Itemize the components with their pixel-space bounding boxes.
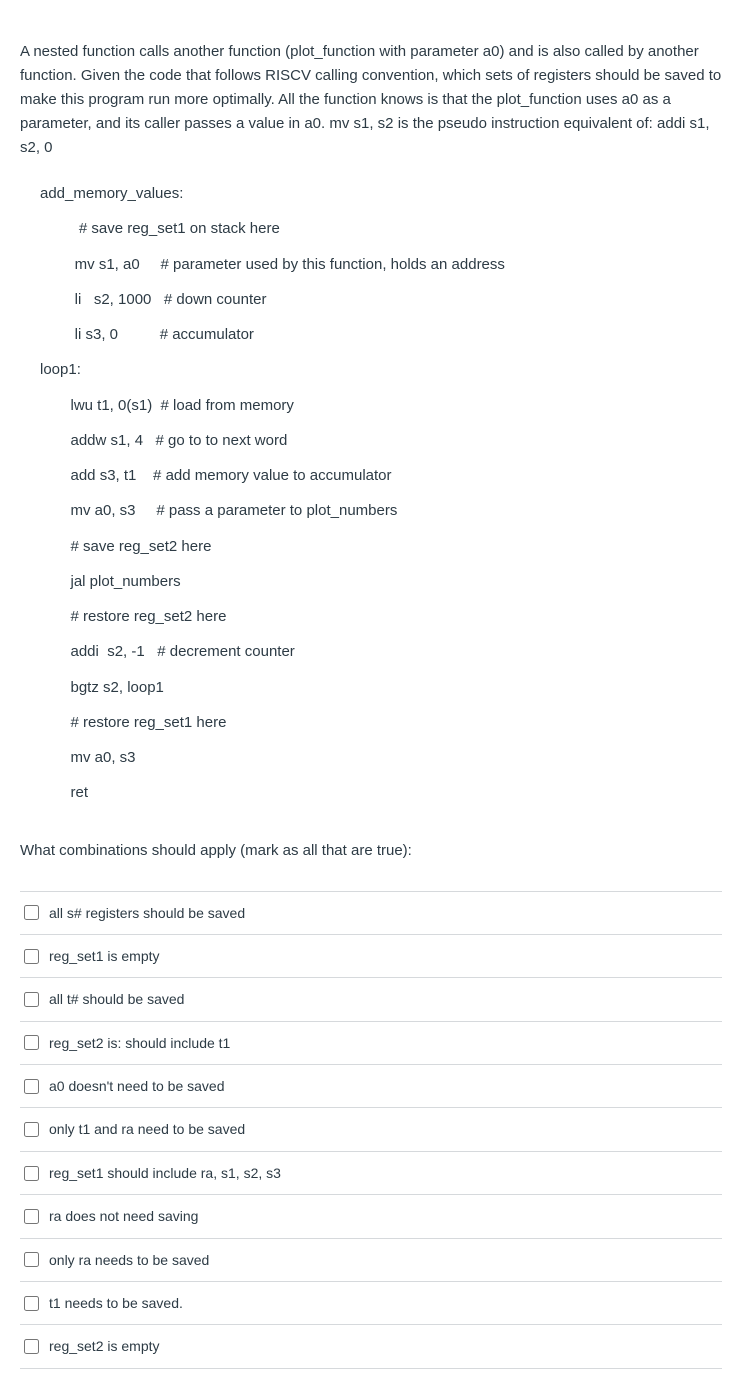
option-label: reg_set1 is empty bbox=[49, 945, 160, 967]
option-row[interactable]: reg_set1 is empty bbox=[20, 935, 722, 978]
code-line: # save reg_set2 here bbox=[20, 529, 722, 564]
code-line: add_memory_values: bbox=[20, 176, 722, 211]
option-row[interactable]: a0 doesn't need to be saved bbox=[20, 1065, 722, 1108]
options-prompt: What combinations should apply (mark as … bbox=[20, 839, 722, 863]
code-line: lwu t1, 0(s1) # load from memory bbox=[20, 388, 722, 423]
option-label: reg_set2 is: should include t1 bbox=[49, 1032, 230, 1054]
option-checkbox[interactable] bbox=[24, 1296, 39, 1311]
option-checkbox[interactable] bbox=[24, 1166, 39, 1181]
code-line: mv a0, s3 # pass a parameter to plot_num… bbox=[20, 493, 722, 528]
code-line: jal plot_numbers bbox=[20, 564, 722, 599]
option-label: only ra needs to be saved bbox=[49, 1249, 209, 1271]
option-row[interactable]: t1 needs to be saved. bbox=[20, 1282, 722, 1325]
option-checkbox[interactable] bbox=[24, 1035, 39, 1050]
code-line: add s3, t1 # add memory value to accumul… bbox=[20, 458, 722, 493]
code-line: addw s1, 4 # go to to next word bbox=[20, 423, 722, 458]
code-line: addi s2, -1 # decrement counter bbox=[20, 634, 722, 669]
options-list: all s# registers should be saved reg_set… bbox=[20, 891, 722, 1369]
option-row[interactable]: reg_set2 is empty bbox=[20, 1325, 722, 1368]
option-label: ra does not need saving bbox=[49, 1205, 198, 1227]
option-row[interactable]: reg_set1 should include ra, s1, s2, s3 bbox=[20, 1152, 722, 1195]
option-checkbox[interactable] bbox=[24, 905, 39, 920]
code-line: loop1: bbox=[20, 352, 722, 387]
question-text: A nested function calls another function… bbox=[20, 40, 722, 160]
option-checkbox[interactable] bbox=[24, 949, 39, 964]
code-line: mv a0, s3 bbox=[20, 740, 722, 775]
option-row[interactable]: only ra needs to be saved bbox=[20, 1239, 722, 1282]
option-label: all s# registers should be saved bbox=[49, 902, 245, 924]
option-checkbox[interactable] bbox=[24, 1122, 39, 1137]
code-line: li s2, 1000 # down counter bbox=[20, 282, 722, 317]
option-row[interactable]: ra does not need saving bbox=[20, 1195, 722, 1238]
code-line: bgtz s2, loop1 bbox=[20, 670, 722, 705]
code-line: mv s1, a0 # parameter used by this funct… bbox=[20, 247, 722, 282]
option-row[interactable]: all t# should be saved bbox=[20, 978, 722, 1021]
option-label: t1 needs to be saved. bbox=[49, 1292, 183, 1314]
option-checkbox[interactable] bbox=[24, 1079, 39, 1094]
option-label: only t1 and ra need to be saved bbox=[49, 1118, 245, 1140]
option-label: reg_set1 should include ra, s1, s2, s3 bbox=[49, 1162, 281, 1184]
code-line: li s3, 0 # accumulator bbox=[20, 317, 722, 352]
option-label: a0 doesn't need to be saved bbox=[49, 1075, 224, 1097]
option-row[interactable]: only t1 and ra need to be saved bbox=[20, 1108, 722, 1151]
option-checkbox[interactable] bbox=[24, 1339, 39, 1354]
option-row[interactable]: reg_set2 is: should include t1 bbox=[20, 1022, 722, 1065]
code-line: ret bbox=[20, 775, 722, 810]
option-label: all t# should be saved bbox=[49, 988, 184, 1010]
option-row[interactable]: all s# registers should be saved bbox=[20, 892, 722, 935]
code-line: # save reg_set1 on stack here bbox=[20, 211, 722, 246]
option-checkbox[interactable] bbox=[24, 992, 39, 1007]
option-label: reg_set2 is empty bbox=[49, 1335, 160, 1357]
code-line: # restore reg_set2 here bbox=[20, 599, 722, 634]
code-block: add_memory_values: # save reg_set1 on st… bbox=[20, 176, 722, 811]
code-line: # restore reg_set1 here bbox=[20, 705, 722, 740]
option-checkbox[interactable] bbox=[24, 1252, 39, 1267]
option-checkbox[interactable] bbox=[24, 1209, 39, 1224]
